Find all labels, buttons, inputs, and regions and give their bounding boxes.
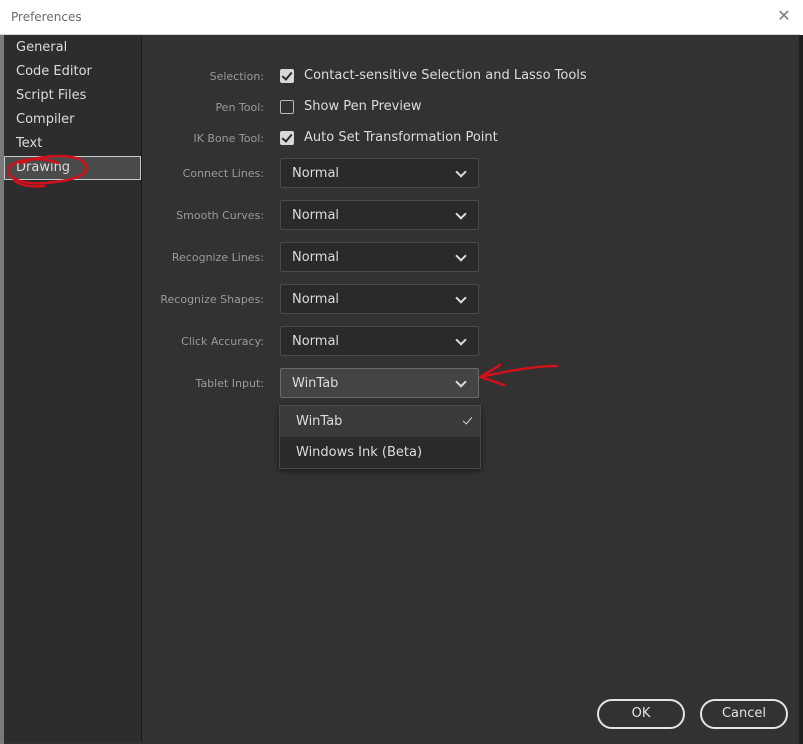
checkmark-icon — [281, 131, 293, 143]
chevron-down-icon — [455, 334, 467, 346]
close-icon[interactable]: ✕ — [774, 6, 794, 26]
smooth-curves-select[interactable]: Normal — [280, 200, 479, 230]
connect-lines-value: Normal — [292, 166, 340, 181]
click-accuracy-select[interactable]: Normal — [280, 326, 479, 356]
chevron-down-icon — [455, 166, 467, 178]
tablet-input-dropdown: WinTab Windows Ink (Beta) — [279, 405, 481, 469]
recognize-lines-value: Normal — [292, 250, 340, 265]
sidebar-item-general[interactable]: General — [4, 36, 141, 60]
dropdown-option-windows-ink[interactable]: Windows Ink (Beta) — [280, 437, 480, 468]
recognize-lines-select[interactable]: Normal — [280, 242, 479, 272]
checkmark-icon — [462, 414, 473, 425]
dialog-edge — [799, 35, 803, 744]
pen-preview-text[interactable]: Show Pen Preview — [304, 99, 422, 114]
pen-preview-checkbox[interactable] — [280, 100, 294, 114]
connect-lines-label: Connect Lines: — [182, 167, 264, 180]
recognize-shapes-value: Normal — [292, 292, 340, 307]
tablet-input-label: Tablet Input: — [195, 377, 264, 390]
tablet-input-select[interactable]: WinTab — [280, 368, 479, 398]
pen-tool-label: Pen Tool: — [215, 101, 264, 114]
ik-bone-tool-label: IK Bone Tool: — [193, 132, 264, 145]
dropdown-option-label: Windows Ink (Beta) — [296, 445, 423, 460]
chevron-down-icon — [455, 208, 467, 220]
smooth-curves-value: Normal — [292, 208, 340, 223]
cancel-button[interactable]: Cancel — [700, 699, 788, 729]
connect-lines-select[interactable]: Normal — [280, 158, 479, 188]
window-title: Preferences — [11, 10, 82, 24]
dropdown-option-wintab[interactable]: WinTab — [280, 406, 480, 437]
chevron-down-icon — [455, 376, 467, 388]
click-accuracy-label: Click Accuracy: — [181, 335, 264, 348]
dropdown-option-label: WinTab — [296, 414, 343, 429]
checkmark-icon — [281, 69, 293, 81]
recognize-shapes-label: Recognize Shapes: — [160, 293, 264, 306]
tablet-input-value: WinTab — [292, 376, 339, 391]
auto-set-transformation-text[interactable]: Auto Set Transformation Point — [304, 130, 498, 145]
recognize-shapes-select[interactable]: Normal — [280, 284, 479, 314]
auto-set-transformation-checkbox[interactable] — [280, 131, 294, 145]
chevron-down-icon — [455, 292, 467, 304]
title-bar: Preferences ✕ — [0, 0, 800, 35]
ok-button[interactable]: OK — [597, 699, 685, 729]
selection-checkbox[interactable] — [280, 69, 294, 83]
smooth-curves-label: Smooth Curves: — [176, 209, 264, 222]
chevron-down-icon — [455, 250, 467, 262]
selection-option-text[interactable]: Contact-sensitive Selection and Lasso To… — [304, 68, 587, 83]
selection-label: Selection: — [209, 70, 264, 83]
recognize-lines-label: Recognize Lines: — [171, 251, 264, 264]
click-accuracy-value: Normal — [292, 334, 340, 349]
